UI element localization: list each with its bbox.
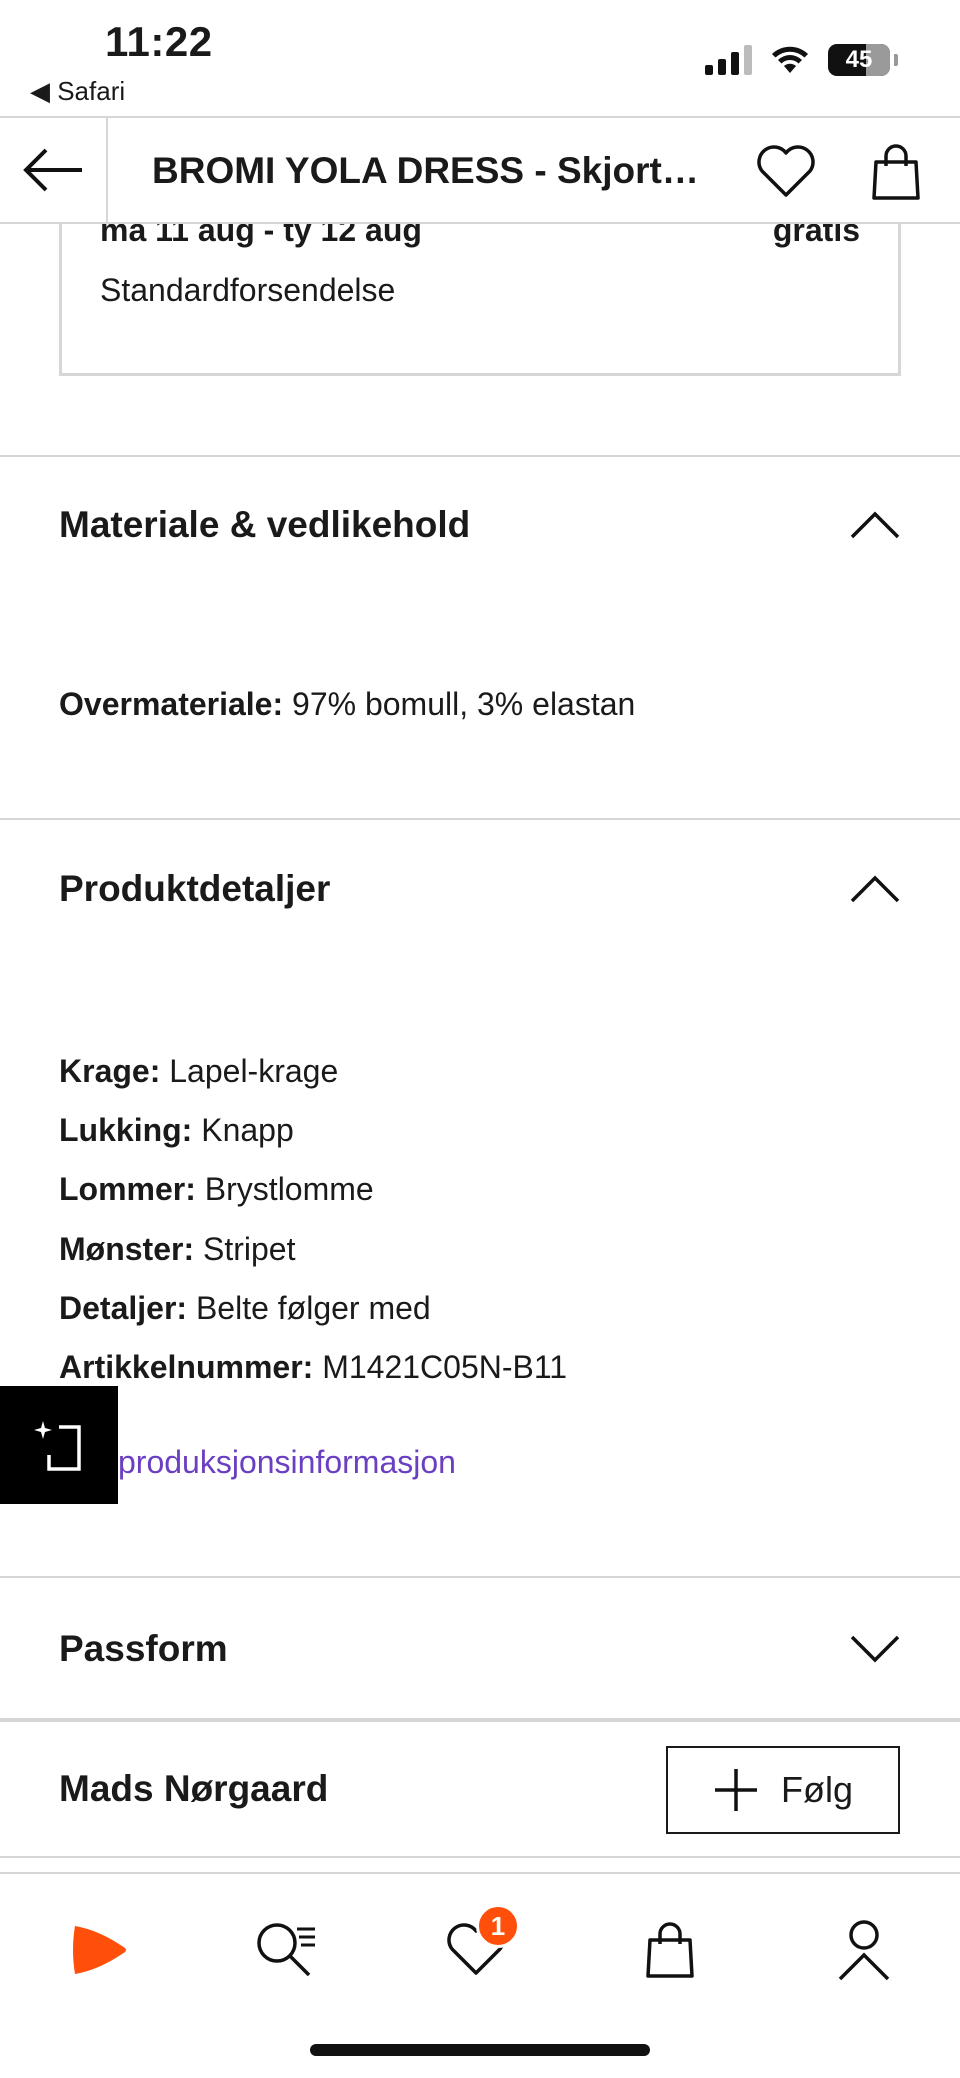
page-title: BROMI YOLA DRESS - Skjortekjole [152,150,712,191]
plus-icon [715,1769,757,1811]
chevron-down-icon [849,1634,901,1664]
wishlist-button[interactable] [754,140,818,204]
detail-row-collar: Krage: Lapel-krage [59,1053,338,1090]
wifi-icon [772,46,808,73]
tab-search[interactable] [246,1910,326,1990]
chevron-up-icon [849,510,901,540]
divider [0,1718,960,1722]
feedback-button[interactable] [0,1386,118,1504]
heart-icon [757,145,815,197]
divider [0,818,960,820]
section-details-header[interactable]: Produktdetaljer [59,864,901,914]
tab-bag[interactable] [630,1910,710,1990]
detail-label: Mønster: [59,1231,195,1267]
detail-value: Belte følger med [187,1290,431,1326]
detail-row-material: Overmateriale: 97% bomull, 3% elastan [59,686,635,723]
zalando-logo-icon [73,1926,126,1974]
follow-label: Følg [781,1769,853,1810]
detail-value: Stripet [194,1231,296,1267]
battery-icon: 45 [828,44,890,76]
detail-label: Overmateriale: [59,686,284,722]
section-material-header[interactable]: Materiale & vedlikehold [59,500,901,550]
tab-wishlist[interactable]: 1 [436,1904,520,1990]
divider [0,1856,960,1858]
detail-label: Detaljer: [59,1290,188,1326]
detail-label: Artikkelnummer: [59,1349,314,1385]
detail-value: M1421C05N-B11 [313,1349,568,1385]
back-button[interactable] [0,118,108,222]
detail-label: Lukking: [59,1112,193,1148]
home-indicator[interactable] [310,2044,650,2056]
detail-row-pattern: Mønster: Stripet [59,1231,295,1268]
wishlist-count-badge: 1 [476,1904,520,1948]
divider [0,1576,960,1578]
divider [0,455,960,457]
shopping-bag-icon [646,1922,694,1978]
detail-value: 97% bomull, 3% elastan [283,686,636,722]
detail-row-details: Detaljer: Belte følger med [59,1290,431,1327]
tab-profile[interactable] [824,1910,904,1990]
shopping-bag-icon [872,144,920,200]
detail-row-article-number: Artikkelnummer: M1421C05N-B11 [59,1349,567,1386]
battery-level: 45 [845,46,873,73]
section-title: Materiale & vedlikehold [59,504,471,545]
detail-value: Knapp [192,1112,294,1148]
brand-name[interactable]: Mads Nørgaard [59,1768,328,1810]
status-time: 11:22 [105,18,213,65]
detail-row-closure: Lukking: Knapp [59,1112,294,1149]
detail-value: Brystlomme [195,1171,374,1207]
back-to-safari[interactable]: ◀ Safari [30,76,125,107]
person-icon [838,1920,890,1981]
section-title: Passform [59,1628,228,1669]
section-fit-header[interactable]: Passform [59,1624,901,1674]
product-header: BROMI YOLA DRESS - Skjortekjole [0,116,960,224]
bag-button[interactable] [864,140,928,204]
detail-row-pockets: Lommer: Brystlomme [59,1171,374,1208]
chevron-up-icon [849,874,901,904]
cellular-signal-icon [705,45,752,75]
detail-label: Lommer: [59,1171,196,1207]
detail-label: Krage: [59,1053,161,1089]
search-icon [257,1923,315,1977]
production-info-link[interactable]: produksjonsinformasjon [118,1444,456,1481]
detail-value: Lapel-krage [160,1053,339,1089]
tab-home[interactable] [58,1910,138,1990]
arrow-left-icon [23,148,82,192]
follow-brand-button[interactable]: Følg [666,1746,900,1834]
status-bar: 11:22 ◀ Safari 45 [0,0,960,116]
section-title: Produktdetaljer [59,868,331,909]
status-icons: 45 [705,44,898,76]
feedback-sparkle-icon [34,1421,81,1471]
delivery-method: Standardforsendelse [100,272,396,308]
